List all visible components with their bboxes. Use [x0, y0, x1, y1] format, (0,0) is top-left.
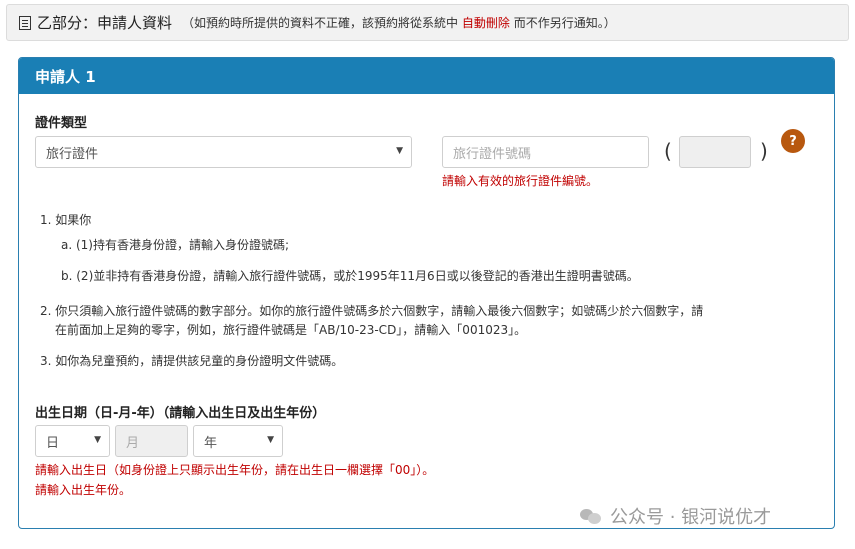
dob-year-value: 年 [204, 435, 218, 451]
close-paren: ) [760, 139, 768, 163]
watermark-text: 公众号 · 银河说优才 [610, 507, 772, 528]
travel-doc-number-input[interactable]: 旅行證件號碼 [442, 136, 649, 168]
note-suffix: 而不作另行通知。） [513, 16, 616, 30]
chevron-down-icon: ▼ [94, 435, 101, 445]
open-paren: ( [664, 139, 672, 163]
document-icon [19, 15, 31, 30]
note-auto-delete: 自動刪除 [461, 16, 510, 30]
travel-doc-number-placeholder: 旅行證件號碼 [453, 146, 532, 162]
instruction-1: 1. 如果你 [40, 213, 92, 227]
instruction-1b: b. (2)並非持有香港身份證，請輸入旅行證件號碼，或於1995年11月6日或以… [61, 269, 639, 283]
dob-year-error: 請輸入出生年份。 [35, 483, 132, 497]
panel-title: 申請人 1 [19, 58, 834, 94]
section-title: 乙部分：申請人資料 [37, 14, 173, 32]
instruction-3: 3. 如你為兒童預約，請提供該兒童的身份證明文件號碼。 [40, 354, 344, 368]
chevron-down-icon: ▼ [396, 146, 403, 156]
applicant-panel: 申請人 1 [18, 57, 835, 529]
doc-type-select[interactable]: 旅行證件 ▼ [35, 136, 412, 168]
dob-label: 出生日期（日-月-年）（請輸入出生日及出生年份） [35, 406, 326, 421]
dob-month-placeholder: 月 [126, 435, 140, 451]
help-icon[interactable]: ? [781, 129, 805, 153]
section-header: 乙部分：申請人資料 （如預約時所提供的資料不正確，該預約將從系統中 自動刪除 而… [6, 4, 849, 41]
dob-year-select[interactable]: 年 ▼ [193, 425, 283, 457]
section-note: （如預約時所提供的資料不正確，該預約將從系統中 自動刪除 而不作另行通知。） [182, 14, 616, 31]
dob-day-error: 請輸入出生日（如身份證上只顯示出生年份，請在出生日一欄選擇「00」）。 [35, 463, 435, 477]
doc-type-label: 證件類型 [35, 116, 88, 131]
instruction-1a: a. (1)持有香港身份證，請輸入身份證號碼; [61, 238, 290, 252]
note-prefix: （如預約時所提供的資料不正確，該預約將從系統中 [182, 16, 459, 30]
dob-month-input[interactable]: 月 [115, 425, 188, 457]
chevron-down-icon: ▼ [267, 435, 274, 445]
watermark: 公众号 · 银河说优才 [580, 503, 771, 529]
wechat-icon [580, 507, 602, 525]
instruction-2-line2: 在前面加上足夠的零字，例如，旅行證件號碼是「AB/10-23-CD」，請輸入「0… [55, 323, 527, 337]
dob-day-value: 日 [46, 435, 60, 451]
instruction-2-line1: 2. 你只須輸入旅行證件號碼的數字部分。如你的旅行證件號碼多於六個數字，請輸入最… [40, 304, 704, 318]
doc-number-error: 請輸入有效的旅行證件編號。 [442, 174, 599, 188]
doc-type-value: 旅行證件 [46, 146, 99, 162]
dob-day-select[interactable]: 日 ▼ [35, 425, 110, 457]
check-digit-input[interactable] [679, 136, 751, 168]
